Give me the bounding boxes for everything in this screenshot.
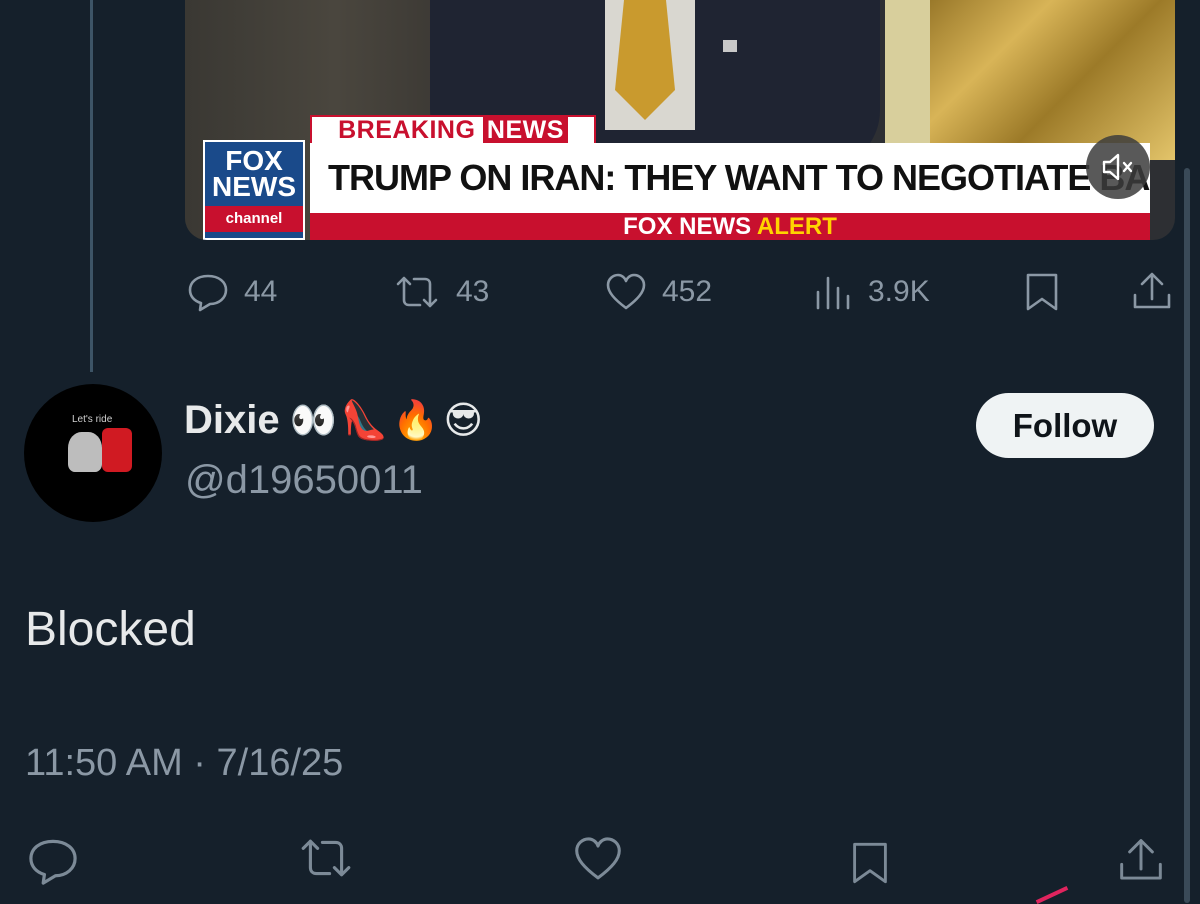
avatar-figure	[68, 432, 102, 472]
heart-icon	[575, 837, 621, 880]
alert-highlight: ALERT	[756, 213, 837, 240]
user-display-name[interactable]: Dixie 👀👠🔥😎	[184, 398, 487, 443]
reply-count: 44	[244, 275, 278, 308]
avatar-caption: Let's ride	[72, 414, 113, 425]
name-emojis: 👀👠🔥😎	[289, 400, 488, 442]
news-alert-bar: FOX NEWS ALERT	[310, 213, 1150, 240]
share-icon	[1133, 272, 1171, 309]
breaking-label-text: BREAKING	[338, 116, 483, 144]
repost-action-bottom[interactable]	[296, 835, 356, 886]
bookmark-icon	[1026, 273, 1058, 311]
logo-line2: NEWS	[212, 171, 296, 202]
original-tweet-actions: 44 43 452 3.9K	[186, 272, 1176, 312]
breaking-label-highlight: NEWS	[482, 116, 568, 144]
bookmark-icon	[853, 842, 887, 884]
tweet-text: Blocked	[25, 603, 196, 656]
share-action[interactable]	[1130, 272, 1174, 312]
repost-count: 43	[456, 275, 490, 308]
speaker-muted-icon	[1102, 153, 1133, 181]
mute-button[interactable]	[1086, 135, 1150, 199]
alert-text: FOX NEWS	[623, 213, 757, 240]
repost-action[interactable]: 43	[392, 272, 489, 312]
like-action-bottom[interactable]	[572, 835, 624, 888]
repost-icon	[396, 276, 438, 308]
like-action[interactable]: 452	[604, 272, 712, 312]
tweet-timestamp[interactable]: 11:50 AM · 7/16/25	[25, 742, 343, 785]
repost-icon	[301, 839, 351, 877]
logo-line3: channel	[205, 206, 303, 232]
user-handle[interactable]: @d19650011	[185, 458, 423, 503]
reply-tweet-actions	[0, 835, 1200, 895]
fox-news-logo: FOX NEWS channel	[203, 140, 305, 240]
follow-button[interactable]: Follow	[976, 393, 1154, 458]
embedded-video[interactable]: BREAKING NEWS FOX NEWS channel TRUMP ON …	[185, 0, 1175, 240]
share-action-bottom[interactable]	[1116, 835, 1166, 892]
views-action[interactable]: 3.9K	[814, 272, 930, 312]
avatar[interactable]: Let's ride	[24, 384, 162, 522]
reply-action[interactable]: 44	[186, 272, 277, 312]
video-gold-decor	[930, 0, 1175, 160]
video-flag-pin	[723, 40, 737, 52]
breaking-news-label: BREAKING NEWS	[310, 115, 596, 145]
thread-connector-line	[90, 0, 93, 372]
scrollbar[interactable]	[1184, 168, 1190, 903]
display-name-text: Dixie	[184, 398, 280, 442]
reply-action-bottom[interactable]	[26, 835, 80, 892]
reply-icon	[29, 839, 77, 885]
reply-icon	[188, 274, 228, 312]
share-icon	[1120, 839, 1162, 880]
heart-icon	[606, 273, 646, 310]
news-headline: TRUMP ON IRAN: THEY WANT TO NEGOTIATE BA…	[310, 143, 1150, 213]
views-chart-icon	[816, 276, 850, 310]
bookmark-action-bottom[interactable]	[848, 835, 892, 896]
bookmark-action[interactable]	[1022, 272, 1062, 312]
views-count: 3.9K	[868, 275, 930, 308]
avatar-red-object	[102, 428, 132, 472]
like-count: 452	[662, 275, 713, 308]
